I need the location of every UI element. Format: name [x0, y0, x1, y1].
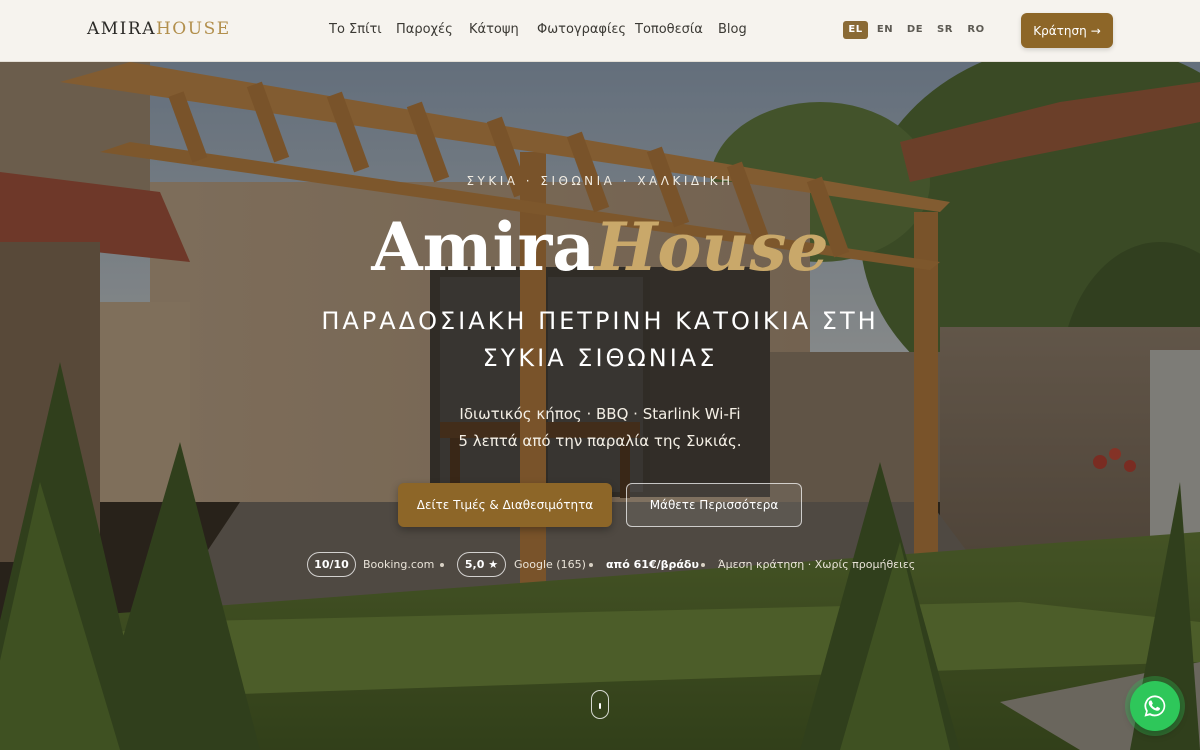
language-de[interactable]: DE — [903, 21, 927, 39]
nav-item-amenities[interactable]: Παροχές — [396, 22, 453, 37]
nav-item-photos[interactable]: Φωτογραφίες — [537, 22, 626, 37]
language-en[interactable]: EN — [873, 21, 897, 39]
nav-item-floorplan[interactable]: Κάτοψη — [469, 22, 519, 37]
nav-item-blog[interactable]: Blog — [718, 22, 747, 37]
learn-more-button[interactable]: Μάθετε Περισσότερα — [626, 483, 802, 527]
hero-subtitle-line-1: ΠΑΡΑΔΟΣΙΑΚΗ ΠΕΤΡΙΝΗ ΚΑΤΟΙΚΙΑ ΣΤΗ — [321, 307, 879, 335]
scroll-wheel — [599, 703, 601, 709]
booking-source-label: Booking.com — [363, 558, 435, 571]
hero-subtitle: ΠΑΡΑΔΟΣΙΑΚΗ ΠΕΤΡΙΝΗ ΚΑΤΟΙΚΙΑ ΣΤΗ ΣΥΚΙΑ Σ… — [250, 303, 950, 377]
hero-tagline-line-1: Ιδιωτικός κήπος · BBQ · Starlink Wi-Fi — [459, 405, 741, 423]
separator-dot — [440, 563, 444, 567]
language-el[interactable]: EL — [843, 21, 868, 39]
book-button-label: Κράτηση — [1033, 23, 1087, 38]
booking-score-badge: 10/10 — [307, 552, 356, 577]
booking-note: Άμεση κράτηση · Χωρίς προμήθειες — [718, 558, 916, 571]
check-availability-button[interactable]: Δείτε Τιμές & Διαθεσιμότητα — [398, 483, 612, 527]
hero-title-house: House — [595, 208, 829, 286]
hero-tagline: Ιδιωτικός κήπος · BBQ · Starlink Wi-Fi 5… — [0, 401, 1200, 455]
language-sr[interactable]: SR — [933, 21, 957, 39]
book-button[interactable]: Κράτηση → — [1021, 13, 1113, 48]
google-source-label: Google (165) — [514, 558, 586, 571]
whatsapp-icon — [1144, 695, 1166, 717]
hero-title: AmiraHouse — [0, 205, 1200, 289]
site-logo[interactable]: AMIRAHOUSE — [87, 19, 231, 39]
hero-title-amira: Amira — [371, 208, 596, 286]
mouse-scroll-icon[interactable] — [591, 690, 609, 719]
nav-item-home[interactable]: Το Σπίτι — [329, 22, 382, 37]
separator-dot — [701, 563, 705, 567]
separator-dot — [589, 563, 593, 567]
logo-text-amira: AMIRA — [87, 19, 156, 39]
language-ro[interactable]: RO — [964, 21, 988, 39]
hero-location-kicker: ΣΥΚΙΑ · ΣΙΘΩΝΙΑ · ΧΑΛΚΙΔΙΚΗ — [466, 174, 734, 188]
logo-text-house: HOUSE — [155, 19, 231, 39]
site-header: AMIRAHOUSE Το Σπίτι Παροχές Κάτοψη Φωτογ… — [0, 0, 1200, 62]
hero-tagline-line-2: 5 λεπτά από την παραλία της Συκιάς. — [458, 432, 742, 450]
google-score-badge: 5,0 ★ — [457, 552, 506, 577]
hero-subtitle-line-2: ΣΥΚΙΑ ΣΙΘΩΝΙΑΣ — [482, 344, 718, 372]
nav-item-location[interactable]: Τοποθεσία — [635, 22, 703, 37]
price-label: από 61€/βράδυ — [606, 558, 699, 571]
arrow-right-icon: → — [1090, 23, 1101, 38]
whatsapp-button[interactable] — [1130, 681, 1180, 731]
